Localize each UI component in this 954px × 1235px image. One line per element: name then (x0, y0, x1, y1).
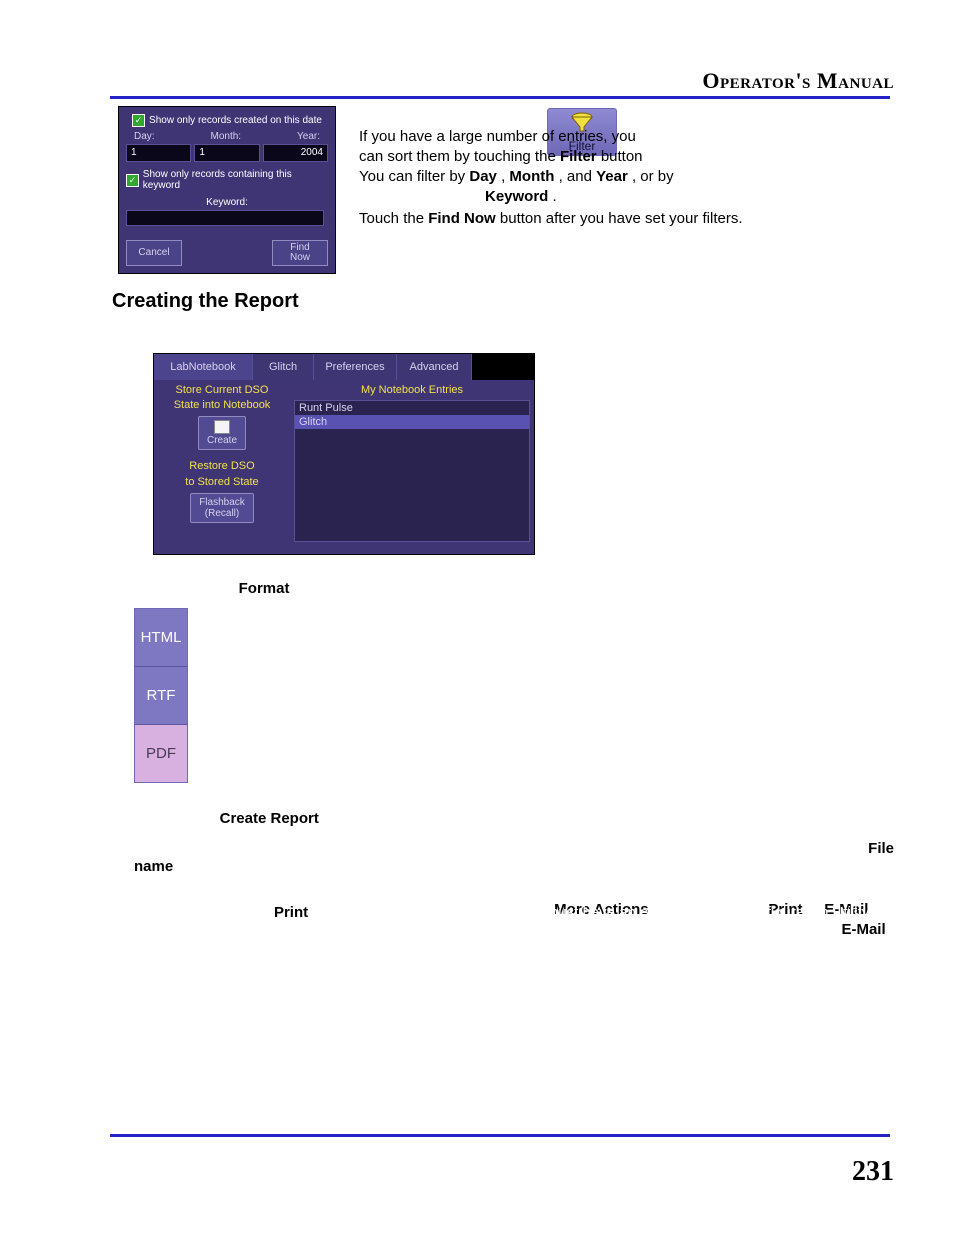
text: , or by (632, 168, 674, 185)
create-label: Create (207, 435, 237, 446)
creating-report-heading: Creating the Report (112, 290, 299, 313)
page-number: 231 (852, 1156, 894, 1188)
text: 5. If you want to print or e-mail the re… (134, 884, 474, 901)
format-rtf-button[interactable]: RTF (135, 667, 187, 725)
tab-preferences[interactable]: Preferences (314, 354, 397, 380)
store-label-2: State into Notebook (158, 399, 286, 412)
file-bold: File (868, 840, 894, 857)
text: is the name you gave to the notebook ent… (177, 858, 468, 875)
create-icon (214, 420, 230, 434)
format-selector: HTML RTF PDF (134, 608, 188, 783)
text: 4. Touch Save and, in the pop-up dialog,… (228, 840, 868, 857)
month-field[interactable]: 1 (194, 144, 259, 162)
month-bold: Month (509, 168, 554, 185)
text: button (601, 148, 643, 165)
text: button after you have set your filters. (500, 210, 743, 227)
text: 3. Touch the (134, 810, 220, 827)
format-pdf-button[interactable]: PDF (135, 725, 187, 782)
text: 2. Touch the (153, 580, 239, 597)
cancel-button[interactable]: Cancel (126, 240, 182, 266)
create-report-bold: Create Report (220, 810, 319, 827)
checkbox-keyword-icon[interactable]: ✓ (126, 174, 139, 187)
filter-bold: Filter (560, 148, 597, 165)
store-label-1: Store Current DSO (158, 384, 286, 397)
email-bold-2: E-Mail (841, 921, 885, 938)
text: You can filter by (359, 168, 469, 185)
entries-title: My Notebook Entries (294, 384, 530, 396)
text: Touch the (359, 210, 428, 227)
header-rule (110, 96, 890, 99)
day-label: Day: (134, 131, 155, 142)
year-field[interactable]: 2004 (263, 144, 328, 162)
footer-rule (110, 1134, 890, 1137)
year-bold: Year (596, 168, 628, 185)
entries-list[interactable]: Runt Pulse Glitch (294, 400, 530, 542)
checkbox-date-label: Show only records created on this date (149, 115, 322, 126)
text: If you have a large number of entries, y… (359, 128, 636, 145)
text: can sort them by touching the (359, 148, 560, 165)
list-item[interactable]: Glitch (295, 415, 529, 429)
tab-advanced[interactable]: Advanced (397, 354, 472, 380)
print-bold-2: Print (274, 904, 308, 921)
keyword-label: Keyword: (124, 195, 330, 210)
name-bold: name (134, 858, 173, 875)
text: the pop-up menu. (134, 904, 256, 921)
restore-label-1: Restore DSO (158, 460, 286, 473)
text: , and (559, 168, 597, 185)
tab-glitch[interactable]: Glitch (253, 354, 314, 380)
format-html-button[interactable]: HTML (135, 609, 187, 667)
year-label: Year: (297, 131, 320, 142)
create-button[interactable]: Create (198, 416, 246, 450)
text: button. (323, 810, 369, 827)
findnow-bold: Find Now (428, 210, 496, 227)
text: . (553, 188, 557, 205)
tab-labnotebook[interactable]: LabNotebook (154, 354, 253, 380)
day-bold: Day (469, 168, 497, 185)
format-bold: Format (239, 580, 290, 597)
header-title: Operator's Manual (702, 68, 894, 94)
checkbox-keyword-label: Show only records containing this keywor… (143, 169, 328, 191)
flashback-button[interactable]: Flashback (Recall) (190, 493, 254, 523)
restore-label-2: to Stored State (158, 476, 286, 489)
labnotebook-panel: LabNotebook Glitch Preferences Advanced … (153, 353, 535, 555)
keyword-bold: Keyword (485, 188, 548, 205)
filter-dialog: ✓ Show only records created on this date… (118, 106, 336, 274)
keyword-field[interactable] (126, 210, 324, 226)
checkbox-date-icon[interactable]: ✓ (132, 114, 145, 127)
find-now-button[interactable]: Find Now (272, 240, 328, 266)
list-item[interactable]: Runt Pulse (295, 401, 529, 415)
month-label: Month: (211, 131, 242, 142)
day-field[interactable]: 1 (126, 144, 191, 162)
text: . (890, 921, 894, 938)
text: button and select a report format form t… (294, 580, 667, 597)
